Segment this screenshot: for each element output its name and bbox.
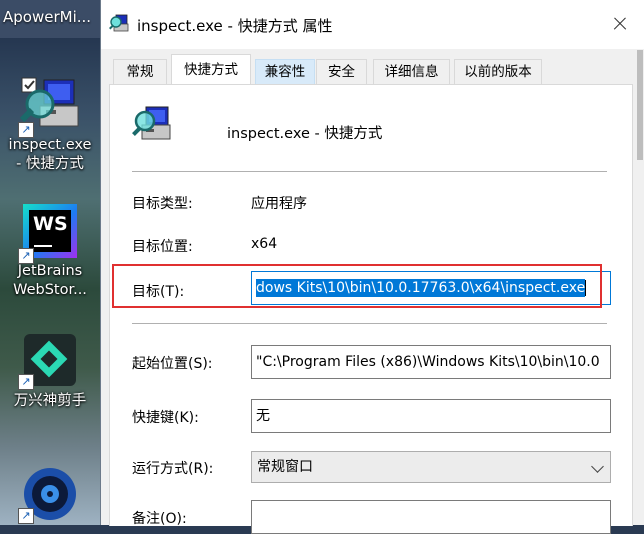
comment-field[interactable] bbox=[251, 500, 611, 534]
separator bbox=[132, 323, 607, 324]
chevron-down-icon bbox=[591, 460, 604, 473]
webstorm-badge: WS bbox=[33, 213, 68, 235]
inspect-app-icon bbox=[109, 14, 129, 32]
window-edge-scrollbar[interactable] bbox=[637, 50, 643, 160]
desktop-icon-label: inspect.exe bbox=[8, 137, 92, 153]
desktop-icon-label: JetBrains bbox=[17, 263, 83, 279]
tab-compatibility[interactable]: 兼容性 bbox=[255, 59, 315, 84]
desktop-icon-label: - 快捷方式 bbox=[16, 156, 84, 172]
start-in-label: 起始位置(S): bbox=[132, 356, 213, 372]
shortcut-arrow-icon: ↗ bbox=[18, 508, 34, 524]
run-dropdown[interactable]: 常规窗口 bbox=[251, 451, 611, 483]
dialog-title: inspect.exe - 快捷方式 属性 bbox=[137, 17, 333, 35]
shortcut-arrow-icon: ↗ bbox=[18, 122, 34, 138]
desktop-icon-label: WebStor... bbox=[13, 282, 87, 298]
run-dropdown-value: 常规窗口 bbox=[257, 459, 313, 475]
target-type-value: 应用程序 bbox=[251, 196, 307, 212]
close-button[interactable] bbox=[602, 8, 638, 40]
tab-security[interactable]: 安全 bbox=[316, 59, 367, 84]
desktop-icon-disc-app[interactable]: ↗ bbox=[0, 462, 100, 524]
tab-previous-versions[interactable]: 以前的版本 bbox=[454, 59, 542, 84]
desktop-icon-webstorm[interactable]: WS ↗ JetBrains WebStor... bbox=[0, 198, 100, 300]
shortcut-tab-panel: inspect.exe - 快捷方式 目标类型: 应用程序 目标位置: x64 … bbox=[109, 84, 633, 534]
tab-general[interactable]: 常规 bbox=[113, 59, 167, 84]
target-location-label: 目标位置: bbox=[132, 239, 193, 255]
shortcut-heading: inspect.exe - 快捷方式 bbox=[227, 126, 383, 142]
tab-shortcut[interactable]: 快捷方式 bbox=[171, 54, 251, 85]
comment-label: 备注(O): bbox=[132, 511, 187, 527]
start-in-field[interactable]: "C:\Program Files (x86)\Windows Kits\10\… bbox=[251, 345, 611, 379]
run-label: 运行方式(R): bbox=[132, 461, 214, 477]
tab-details[interactable]: 详细信息 bbox=[373, 59, 450, 84]
tab-strip: 常规 快捷方式 兼容性 安全 详细信息 以前的版本 bbox=[101, 49, 644, 85]
shortcut-arrow-icon: ↗ bbox=[18, 248, 34, 264]
desktop-icon-inspect[interactable]: ↗ inspect.exe - 快捷方式 bbox=[0, 72, 100, 174]
apowermirror-label: ApowerMi... bbox=[3, 8, 92, 26]
separator bbox=[132, 171, 607, 172]
inspect-app-icon bbox=[132, 106, 171, 140]
text-caret bbox=[585, 280, 587, 296]
target-field[interactable]: dows Kits\10\bin\10.0.17763.0\x64\inspec… bbox=[251, 271, 611, 305]
desktop-icon-filmora[interactable]: ↗ 万兴神剪手 bbox=[0, 330, 100, 411]
desktop: ApowerMi... ↗ inspect.exe - 快捷方式 WS ↗ Je… bbox=[0, 0, 102, 525]
shortcut-key-field-value: 无 bbox=[256, 408, 270, 424]
target-location-value: x64 bbox=[251, 236, 278, 252]
shortcut-key-field[interactable]: 无 bbox=[251, 399, 611, 433]
taskbar-app-strip[interactable]: ApowerMi... bbox=[0, 0, 102, 38]
start-in-field-value: "C:\Program Files (x86)\Windows Kits\10\… bbox=[256, 354, 600, 370]
target-type-label: 目标类型: bbox=[132, 196, 193, 212]
target-field-value: dows Kits\10\bin\10.0.17763.0\x64\inspec… bbox=[256, 279, 586, 297]
target-label: 目标(T): bbox=[132, 284, 185, 300]
desktop-icon-label: 万兴神剪手 bbox=[13, 393, 87, 409]
title-bar[interactable]: inspect.exe - 快捷方式 属性 bbox=[101, 0, 644, 49]
shortcut-arrow-icon: ↗ bbox=[18, 374, 34, 390]
properties-dialog: inspect.exe - 快捷方式 属性 常规 快捷方式 兼容性 安全 详细信… bbox=[100, 0, 644, 534]
shortcut-key-label: 快捷键(K): bbox=[132, 410, 199, 426]
